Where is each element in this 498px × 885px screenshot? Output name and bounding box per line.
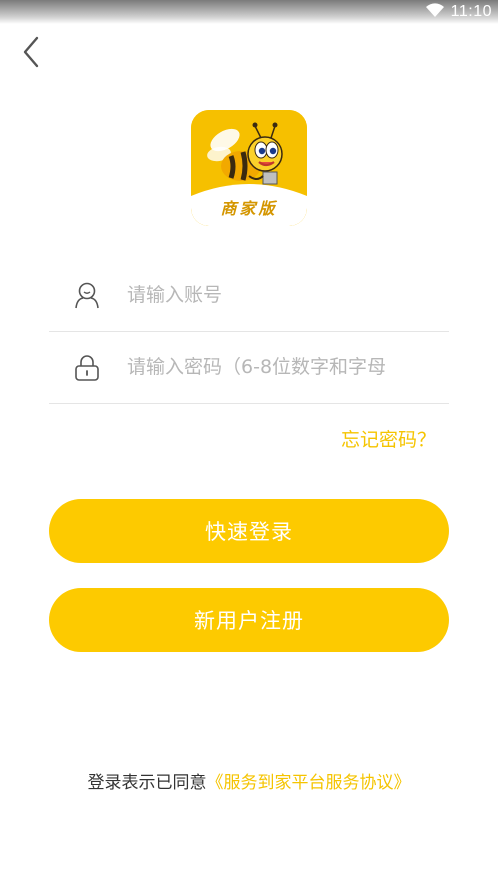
back-button[interactable] xyxy=(14,36,48,72)
logo-text: 商家版 xyxy=(220,199,278,218)
agreement-prefix: 登录表示已同意 xyxy=(87,773,207,793)
quick-login-button[interactable]: 快速登录 xyxy=(49,499,449,563)
agreement-link[interactable]: 《服务到家平台服务协议》 xyxy=(207,773,411,793)
wifi-icon xyxy=(425,2,445,22)
status-bar: 11:10 xyxy=(0,0,498,24)
app-logo: 商家版 xyxy=(191,110,307,226)
forgot-password-link[interactable]: 忘记密码？ xyxy=(341,425,436,452)
chevron-left-icon xyxy=(21,36,41,72)
password-field xyxy=(49,331,449,404)
status-right: 11:10 xyxy=(425,2,492,22)
user-icon xyxy=(73,281,101,309)
status-time: 11:10 xyxy=(450,3,492,20)
password-input[interactable] xyxy=(127,347,445,387)
register-button[interactable]: 新用户注册 xyxy=(49,588,449,652)
agreement-text: 登录表示已同意《服务到家平台服务协议》 xyxy=(0,768,498,793)
account-input[interactable] xyxy=(127,275,445,315)
lock-icon xyxy=(73,353,101,381)
account-field xyxy=(49,259,449,332)
